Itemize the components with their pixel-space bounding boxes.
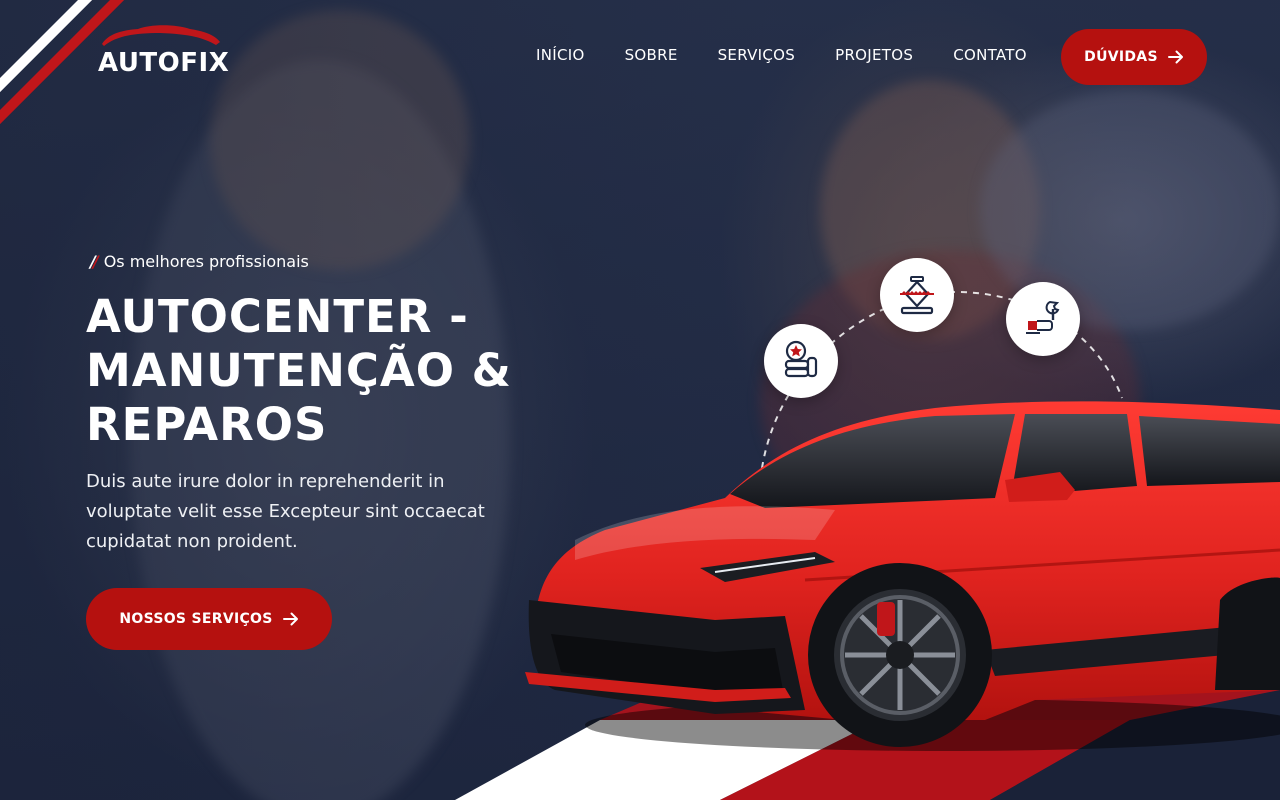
wrench-hand-icon [1006, 282, 1080, 356]
car-jack-icon [880, 258, 954, 332]
hero-description: Duis aute irure dolor in reprehenderit i… [86, 471, 485, 552]
nossos-servicos-button-label: NOSSOS SERVIÇOS [119, 611, 273, 627]
car-logo-icon [102, 25, 220, 46]
red-suv-image [525, 401, 1280, 751]
brand-name: AUTOFIX [98, 48, 230, 78]
nav-item-projetos[interactable]: PROJETOS [835, 46, 913, 64]
nav-item-sobre[interactable]: SOBRE [625, 46, 678, 64]
hero-title-line-1: AUTOCENTER - [86, 290, 469, 343]
arrow-right-icon [1167, 50, 1183, 64]
brand-logo[interactable]: AUTOFIX [98, 22, 229, 78]
nav-item-servicos[interactable]: SERVIÇOS [718, 46, 796, 64]
nossos-servicos-button[interactable]: NOSSOS SERVIÇOS [86, 588, 332, 650]
nav-item-inicio[interactable]: INÍCIO [536, 46, 585, 64]
duvidas-button[interactable]: DÚVIDAS [1061, 29, 1207, 85]
slash-marks-icon: // [90, 252, 99, 271]
arrow-right-icon [282, 612, 298, 626]
duvidas-button-label: DÚVIDAS [1084, 49, 1158, 65]
hero-tagline: // Os melhores profissionais [90, 252, 309, 271]
hero-tagline-text: Os melhores profissionais [103, 252, 309, 271]
tire-service-icon [764, 324, 838, 398]
nav-item-contato[interactable]: CONTATO [953, 46, 1027, 64]
main-nav: INÍCIO SOBRE SERVIÇOS PROJETOS CONTATO [536, 46, 1027, 64]
